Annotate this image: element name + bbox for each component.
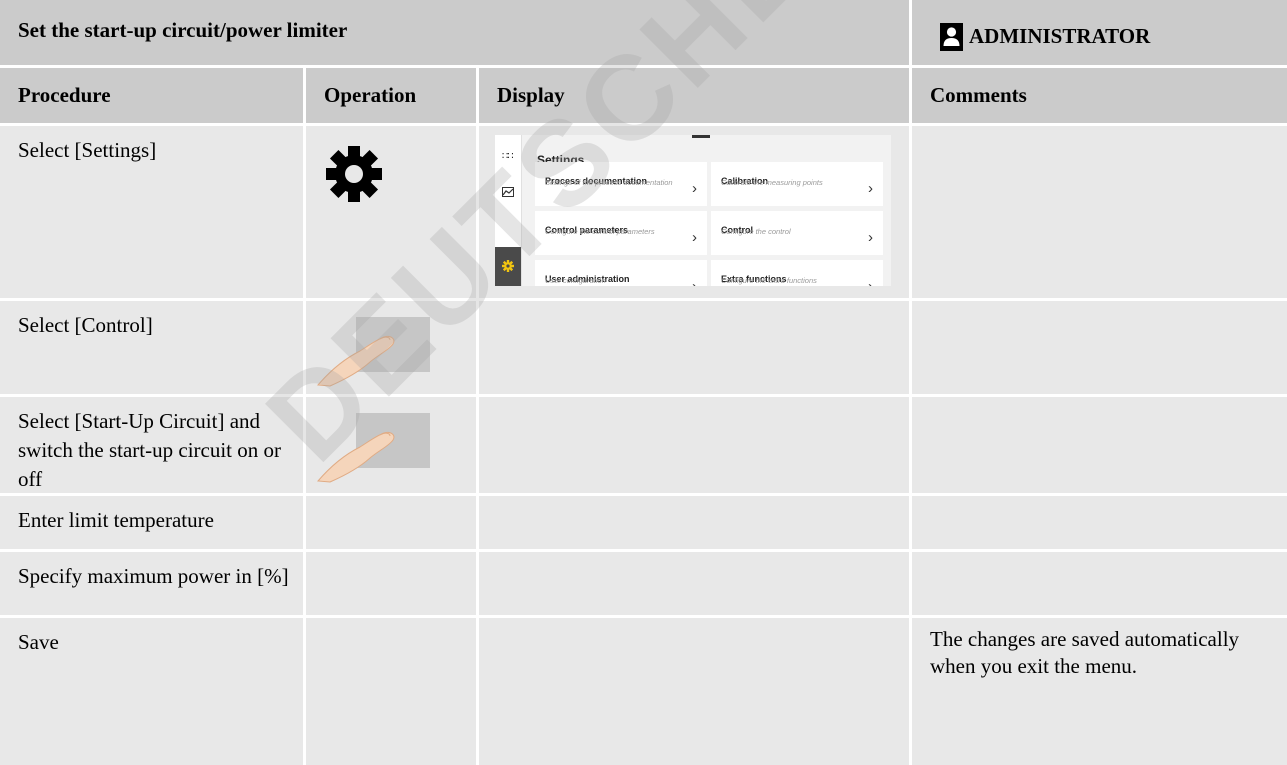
operation-cell (306, 618, 476, 765)
procedure-cell: Select [Control] (0, 301, 303, 394)
procedure-cell: Select [Settings] (0, 126, 303, 298)
tile-user-administration[interactable]: User administration User configuration › (535, 260, 707, 286)
tile-calibration[interactable]: Calibration Calibrate the measuring poin… (711, 162, 883, 206)
procedure-cell: Enter limit temperature (0, 496, 303, 549)
chevron-right-icon: › (868, 272, 873, 286)
tile-control[interactable]: Control Configure the control › (711, 211, 883, 255)
comments-cell (912, 126, 1287, 298)
comments-cell (912, 496, 1287, 549)
procedure-cell: Specify maximum power in [%] (0, 552, 303, 615)
comments-cell (912, 301, 1287, 394)
comments-cell (912, 397, 1287, 493)
settings-screen: ∷∷ Settings Process documentation Settin… (495, 135, 891, 286)
screen-indicator (692, 135, 710, 138)
display-cell (479, 301, 909, 394)
display-cell (479, 618, 909, 765)
comments-cell (912, 552, 1287, 615)
chevron-right-icon: › (868, 229, 873, 246)
tile-control-parameters[interactable]: Control parameters Configure the control… (535, 211, 707, 255)
chevron-right-icon: › (692, 180, 697, 197)
user-icon (940, 23, 963, 51)
chevron-right-icon: › (868, 180, 873, 197)
display-cell (479, 552, 909, 615)
finger-tap-icon (316, 317, 430, 387)
role-cell: ADMINISTRATOR (912, 0, 1287, 65)
page-title-text: Set the start-up circuit/power limiter (18, 18, 348, 42)
settings-nav-item[interactable] (495, 247, 521, 286)
display-cell (479, 496, 909, 549)
column-header-display: Display (479, 68, 909, 123)
column-header-procedure: Procedure (0, 68, 303, 123)
role-label: ADMINISTRATOR (969, 24, 1151, 48)
chevron-right-icon: › (692, 229, 697, 246)
operation-cell (306, 496, 476, 549)
operation-cell (306, 301, 476, 394)
screen-sidebar: ∷∷ (495, 135, 522, 286)
column-header-comments: Comments (912, 68, 1287, 123)
operation-cell (306, 397, 476, 493)
display-cell: ∷∷ Settings Process documentation Settin… (479, 126, 909, 298)
gear-icon (326, 146, 382, 202)
operation-cell (306, 126, 476, 298)
tile-process-documentation[interactable]: Process documentation Settings of the pr… (535, 162, 707, 206)
chevron-right-icon: › (692, 272, 697, 286)
chart-icon (502, 187, 514, 197)
comments-cell: The changes are saved automatically when… (912, 618, 1287, 765)
apps-icon: ∷∷ (502, 151, 514, 162)
procedure-cell: Save (0, 618, 303, 765)
procedure-cell: Select [Start-Up Circuit] and switch the… (0, 397, 303, 493)
column-header-operation: Operation (306, 68, 476, 123)
finger-tap-icon (316, 413, 430, 483)
page-title: Set the start-up circuit/power limiter (0, 0, 909, 65)
display-cell (479, 397, 909, 493)
tile-extra-functions[interactable]: Extra functions Configure the extra func… (711, 260, 883, 286)
gear-icon (502, 260, 514, 272)
procedure-table: Set the start-up circuit/power limiter A… (0, 0, 1287, 765)
operation-cell (306, 552, 476, 615)
